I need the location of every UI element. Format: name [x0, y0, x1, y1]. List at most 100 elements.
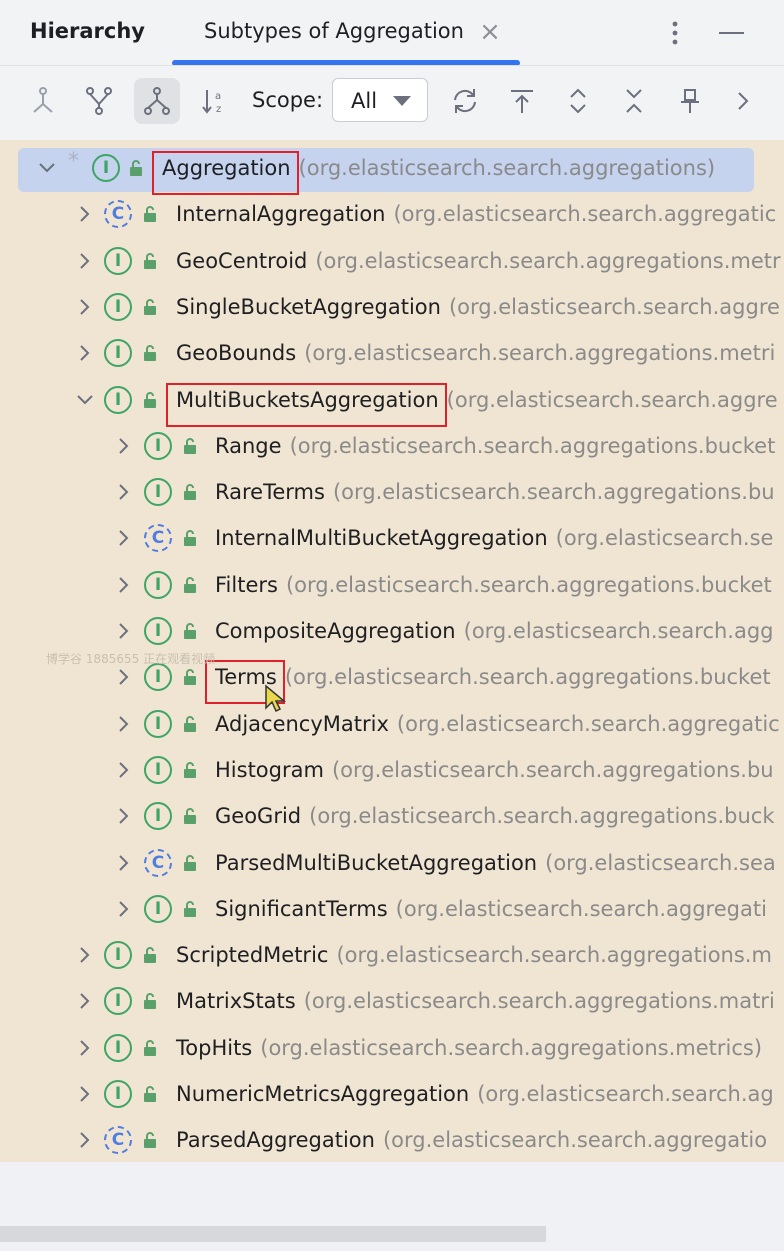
- tree-row[interactable]: I Range (org.elasticsearch.search.aggregat…: [0, 423, 784, 469]
- interface-icon: I: [92, 154, 120, 182]
- minimize-icon[interactable]: [716, 18, 746, 48]
- tree-row[interactable]: I MultiBucketsAggregation (org.elasticsear…: [0, 377, 784, 427]
- tree-row[interactable]: I Histogram (org.elasticsearch.search.aggr…: [0, 747, 784, 793]
- more-options-icon[interactable]: [660, 18, 690, 48]
- subtypes-hierarchy-button[interactable]: [134, 78, 180, 124]
- supertypes-icon: [33, 87, 53, 113]
- tree-row[interactable]: C InternalMultiBucketAggregation (org.elas…: [0, 515, 784, 561]
- public-access-icon: [184, 854, 196, 871]
- chevron-right-icon[interactable]: [74, 1129, 96, 1151]
- interface-icon: I: [144, 755, 172, 784]
- svg-text:a: a: [215, 91, 221, 102]
- class-hierarchy-button[interactable]: [76, 78, 122, 124]
- chevron-right-icon[interactable]: [74, 342, 96, 364]
- supertypes-hierarchy-button[interactable]: [20, 78, 66, 124]
- node-name: SignificantTerms: [215, 896, 388, 921]
- chevron-right-icon[interactable]: [74, 990, 96, 1012]
- chevron-right-icon[interactable]: [113, 574, 135, 596]
- chevron-right-icon: [738, 92, 749, 110]
- node-package: (org.elasticsearch.search.aggregations.m…: [260, 1035, 763, 1060]
- horizontal-scrollbar[interactable]: [0, 1226, 546, 1242]
- tree-row[interactable]: I RareTerms (org.elasticsearch.search.aggr…: [0, 469, 784, 515]
- interface-icon: I: [104, 292, 132, 321]
- class-icon: C: [144, 524, 172, 553]
- node-name: InternalAggregation: [176, 202, 386, 227]
- interface-icon: I: [144, 478, 172, 507]
- tree-row[interactable]: I CompositeAggregation (org.elasticsearch.…: [0, 608, 784, 654]
- chevron-right-icon[interactable]: [113, 527, 135, 549]
- chevron-right-icon[interactable]: [113, 666, 135, 688]
- close-icon[interactable]: ×: [478, 19, 502, 45]
- chevron-right-icon[interactable]: [113, 852, 135, 874]
- tree-row[interactable]: I GeoGrid (org.elasticsearch.search.aggreg…: [0, 793, 784, 839]
- expand-all-button[interactable]: [555, 78, 601, 124]
- node-name: Histogram: [215, 757, 324, 782]
- node-name: AdjacencyMatrix: [215, 711, 389, 736]
- chevron-right-icon[interactable]: [113, 805, 135, 827]
- tree-row[interactable]: I GeoBounds (org.elasticsearch.search.aggr…: [0, 330, 784, 376]
- class-icon: C: [144, 848, 172, 877]
- node-package: (org.elasticsearch.search.aggregations.b…: [289, 433, 776, 458]
- tree-row[interactable]: I ScriptedMetric (org.elasticsearch.search…: [0, 932, 784, 978]
- tree-row[interactable]: I Filters (org.elasticsearch.search.aggreg…: [0, 562, 784, 608]
- node-name: Filters: [215, 572, 278, 597]
- class-hierarchy-icon: [86, 87, 112, 115]
- tree-row[interactable]: * I Aggregation (org.elasticsearch.search.a…: [0, 145, 784, 195]
- chevron-right-icon[interactable]: [74, 296, 96, 318]
- collapse-all-button[interactable]: [611, 78, 657, 124]
- interface-icon: I: [104, 385, 132, 414]
- export-button[interactable]: [499, 78, 545, 124]
- scope-dropdown[interactable]: All: [332, 78, 428, 122]
- tree-row[interactable]: I MatrixStats (org.elasticsearch.search.ag…: [0, 978, 784, 1024]
- tree-row[interactable]: I TopHits (org.elasticsearch.search.aggreg…: [0, 1025, 784, 1071]
- node-package: (org.elasticsearch.search.aggregations.m…: [303, 989, 775, 1014]
- chevron-right-icon[interactable]: [74, 250, 96, 272]
- tree-row[interactable]: I SingleBucketAggregation (org.elasticsear…: [0, 284, 784, 330]
- chevron-right-icon[interactable]: [113, 620, 135, 642]
- chevron-right-icon[interactable]: [74, 1037, 96, 1059]
- tree-row[interactable]: I SignificantTerms (org.elasticsearch.sear…: [0, 886, 784, 932]
- node-name: ParsedMultiBucketAggregation: [215, 850, 538, 875]
- subtypes-icon: [144, 87, 170, 115]
- node-name: GeoCentroid: [176, 248, 308, 273]
- refresh-button[interactable]: [442, 78, 488, 124]
- tree-row[interactable]: C InternalAggregation (org.elasticsearch.s…: [0, 191, 784, 237]
- pin-tab-button[interactable]: [667, 78, 713, 124]
- interface-icon: I: [144, 802, 172, 831]
- annotation-highlight-box: [166, 382, 447, 427]
- tab-subtypes[interactable]: Subtypes of Aggregation ×: [172, 0, 520, 66]
- public-access-icon: [184, 900, 196, 917]
- node-name: MatrixStats: [176, 989, 296, 1014]
- node-name: GeoBounds: [176, 341, 297, 366]
- more-actions-button[interactable]: [720, 78, 766, 124]
- interface-icon: I: [144, 663, 172, 692]
- interface-icon: I: [104, 941, 132, 970]
- chevron-right-icon[interactable]: [113, 759, 135, 781]
- public-access-icon: [144, 252, 156, 269]
- chevron-right-icon[interactable]: [74, 944, 96, 966]
- chevron-down-icon[interactable]: [36, 157, 58, 179]
- node-package: (org.elasticsearch.se: [555, 526, 774, 551]
- interface-icon: I: [104, 1033, 132, 1062]
- chevron-right-icon[interactable]: [74, 203, 96, 225]
- tree-row[interactable]: C ParsedAggregation (org.elasticsearch.sea…: [0, 1117, 784, 1162]
- chevron-right-icon[interactable]: [113, 713, 135, 735]
- chevron-right-icon[interactable]: [113, 898, 135, 920]
- interface-icon: I: [104, 987, 132, 1016]
- tree-row[interactable]: C ParsedMultiBucketAggregation (org.elasti…: [0, 840, 784, 886]
- class-icon: C: [104, 1126, 132, 1155]
- chevron-right-icon[interactable]: [113, 481, 135, 503]
- tree-row[interactable]: I NumericMetricsAggregation (org.elasticse…: [0, 1071, 784, 1117]
- tree-row[interactable]: I AdjacencyMatrix (org.elasticsearch.searc…: [0, 701, 784, 747]
- interface-icon: I: [144, 617, 172, 645]
- chevron-right-icon[interactable]: [113, 435, 135, 457]
- collapse-all-icon: [626, 89, 642, 113]
- chevron-right-icon[interactable]: [74, 1083, 96, 1105]
- chevron-down-icon[interactable]: [74, 389, 96, 411]
- interface-icon: I: [144, 431, 172, 460]
- tree-row[interactable]: I GeoCentroid (org.elasticsearch.search.ag…: [0, 238, 784, 284]
- sort-alphabetically-button[interactable]: az: [192, 78, 238, 124]
- node-package: (org.elasticsearch.search.aggre: [448, 294, 780, 319]
- star-icon: *: [68, 149, 79, 174]
- node-package: (org.elasticsearch.search.aggregati: [395, 896, 767, 921]
